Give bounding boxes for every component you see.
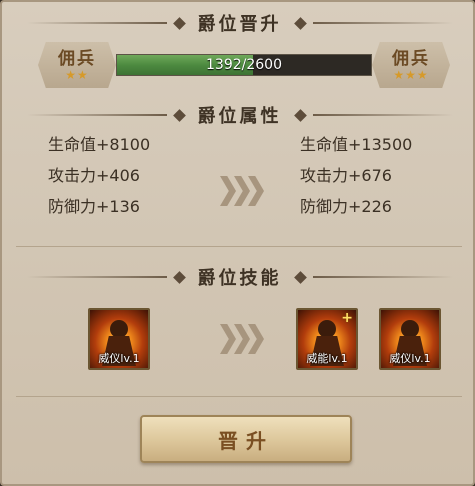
promotion-progress-bar: 1392/2600 xyxy=(116,54,372,76)
section-divider xyxy=(16,246,462,247)
diamond-ornament-icon xyxy=(293,270,307,284)
next-attr-hp: 生命值+13500 xyxy=(300,135,413,154)
diamond-ornament-icon xyxy=(293,108,307,122)
next-rank-badge: 佣兵 ★★★ xyxy=(372,42,450,88)
current-skill-label: 威仪lv.1 xyxy=(98,352,140,365)
header-line-right xyxy=(312,276,453,278)
current-attr-hp: 生命值+8100 xyxy=(48,135,151,154)
upgrade-arrow-icon xyxy=(220,324,264,354)
current-rank-stars: ★★ xyxy=(65,68,89,82)
next-attr-attack: 攻击力+676 xyxy=(300,166,392,185)
promote-button-label: 晋升 xyxy=(218,428,274,453)
header-line-left xyxy=(26,114,167,116)
section-divider xyxy=(16,396,462,397)
header-line-right xyxy=(312,114,453,116)
diamond-ornament-icon xyxy=(293,16,307,30)
next-rank-name: 佣兵 xyxy=(392,49,430,69)
current-rank-name: 佣兵 xyxy=(58,49,96,69)
current-rank-badge: 佣兵 ★★ xyxy=(38,42,116,88)
diamond-ornament-icon xyxy=(172,270,186,284)
next-rank-stars: ★★★ xyxy=(393,68,429,82)
next-attr-defense: 防御力+226 xyxy=(300,197,392,216)
current-attr-attack: 攻击力+406 xyxy=(48,166,140,185)
promotion-panel: 爵位晋升 佣兵 ★★ 1392/2600 佣兵 ★★★ 爵位属性 生命值+810… xyxy=(0,0,475,486)
header-line-right xyxy=(312,22,453,24)
promotion-section-header: 爵位晋升 xyxy=(2,10,475,36)
new-skill-plus-icon: + xyxy=(341,310,353,326)
skills-section-header: 爵位技能 xyxy=(2,264,475,290)
next-skill-flame-monk-icon[interactable]: + 威能lv.1 xyxy=(296,308,358,370)
section-title-promotion: 爵位晋升 xyxy=(197,14,282,35)
next-skill-flame-monk-icon[interactable]: 威仪lv.1 xyxy=(379,308,441,370)
diamond-ornament-icon xyxy=(172,16,186,30)
current-attr-defense: 防御力+136 xyxy=(48,197,140,216)
upgrade-arrow-icon xyxy=(220,176,264,206)
next-skill-label: 威能lv.1 xyxy=(306,352,348,365)
header-line-left xyxy=(26,276,167,278)
section-title-skills: 爵位技能 xyxy=(197,268,282,289)
promote-button[interactable]: 晋升 xyxy=(140,415,352,463)
section-title-attributes: 爵位属性 xyxy=(197,106,282,127)
attributes-section-header: 爵位属性 xyxy=(2,102,475,128)
next-skill-label: 威仪lv.1 xyxy=(389,352,431,365)
diamond-ornament-icon xyxy=(172,108,186,122)
progress-text: 1392/2600 xyxy=(206,57,282,73)
current-skill-flame-monk-icon[interactable]: 威仪lv.1 xyxy=(88,308,150,370)
header-line-left xyxy=(26,22,167,24)
